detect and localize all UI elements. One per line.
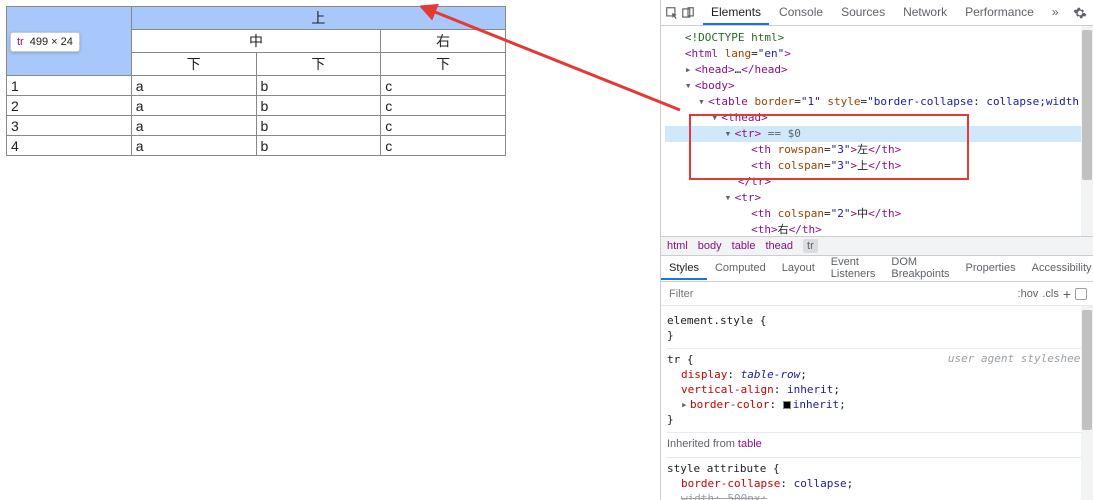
page-render-pane: 左 上 中 右 下 下 下 1abc 2abc 3abc 4abc tr 499… bbox=[0, 0, 660, 500]
styles-filter-input[interactable] bbox=[667, 287, 1012, 301]
table-row: 2abc bbox=[7, 96, 506, 116]
breadcrumb-table[interactable]: table bbox=[732, 240, 756, 252]
dom-th-mid[interactable]: <th colspan="2">中</th> bbox=[751, 207, 901, 220]
rule-element-style[interactable]: element.style { } bbox=[667, 310, 1087, 349]
subtab-accessibility[interactable]: Accessibility bbox=[1024, 258, 1093, 280]
subtab-dom-breakpoints[interactable]: DOM Breakpoints bbox=[883, 252, 957, 286]
styles-scrollbar[interactable] bbox=[1081, 306, 1093, 500]
tab-performance[interactable]: Performance bbox=[957, 1, 1042, 25]
element-dimensions-tooltip: tr 499 × 24 bbox=[10, 32, 80, 52]
rule-origin: user agent stylesheet bbox=[948, 351, 1087, 366]
th-bottom-2: 下 bbox=[256, 53, 381, 76]
table-row: 4abc bbox=[7, 136, 506, 156]
tab-console[interactable]: Console bbox=[771, 1, 831, 25]
tooltip-tag: tr bbox=[17, 36, 24, 48]
tab-sources[interactable]: Sources bbox=[833, 1, 893, 25]
th-bottom-3: 下 bbox=[381, 53, 506, 76]
rendered-table: 左 上 中 右 下 下 下 1abc 2abc 3abc 4abc bbox=[6, 6, 506, 156]
tab-more[interactable]: » bbox=[1044, 1, 1067, 25]
tab-elements[interactable]: Elements bbox=[703, 1, 769, 25]
dom-th-right[interactable]: <th>右</th> bbox=[751, 223, 822, 236]
inspect-element-icon[interactable] bbox=[665, 2, 679, 24]
breadcrumb-thead[interactable]: thead bbox=[766, 240, 794, 252]
table-body: 1abc 2abc 3abc 4abc bbox=[7, 76, 506, 156]
th-right: 右 bbox=[381, 30, 506, 53]
toggle-box-icon[interactable] bbox=[1075, 288, 1087, 300]
subtab-styles[interactable]: Styles bbox=[661, 258, 707, 280]
dom-html[interactable]: <html lang="en"> bbox=[685, 47, 791, 60]
breadcrumb-tr[interactable]: tr bbox=[803, 239, 818, 253]
breadcrumb-html[interactable]: html bbox=[667, 240, 688, 252]
dom-tr2[interactable]: <tr> bbox=[735, 191, 762, 204]
dom-thead[interactable]: <thead> bbox=[721, 111, 767, 124]
dom-head[interactable]: <head>…</head> bbox=[695, 63, 788, 76]
dom-doctype[interactable]: <!DOCTYPE html> bbox=[685, 31, 784, 44]
table-row: 3abc bbox=[7, 116, 506, 136]
new-rule-icon[interactable]: + bbox=[1063, 288, 1071, 300]
devtools-panel: Elements Console Sources Network Perform… bbox=[660, 0, 1093, 500]
rule-style-attribute[interactable]: style attribute { border-collapse: colla… bbox=[667, 458, 1087, 500]
breadcrumb-body[interactable]: body bbox=[698, 240, 722, 252]
subtab-properties[interactable]: Properties bbox=[957, 258, 1023, 280]
settings-icon[interactable] bbox=[1069, 2, 1091, 24]
subtab-event-listeners[interactable]: Event Listeners bbox=[823, 252, 884, 286]
dom-th-rowspan[interactable]: <th rowspan="3">左</th> bbox=[751, 143, 901, 156]
tab-network[interactable]: Network bbox=[895, 1, 955, 25]
cls-toggle[interactable]: .cls bbox=[1042, 288, 1059, 300]
dom-body[interactable]: <body> bbox=[695, 79, 735, 92]
rule-tr-ua[interactable]: user agent stylesheet tr { display: tabl… bbox=[667, 349, 1087, 433]
styles-pane[interactable]: element.style { } user agent stylesheet … bbox=[661, 306, 1093, 500]
th-bottom-1: 下 bbox=[131, 53, 256, 76]
dom-scrollbar[interactable] bbox=[1081, 26, 1093, 236]
dom-table[interactable]: <table border="1" style="border-collapse… bbox=[708, 95, 1093, 108]
th-top: 上 bbox=[131, 7, 505, 30]
dom-tree[interactable]: <!DOCTYPE html> <html lang="en"> ▸<head>… bbox=[661, 26, 1093, 236]
styles-subtabs: Styles Computed Layout Event Listeners D… bbox=[661, 256, 1093, 282]
dom-tr-selected[interactable]: <tr> bbox=[735, 127, 762, 140]
styles-filter-row: :hov .cls + bbox=[661, 282, 1093, 306]
tooltip-dimensions: 499 × 24 bbox=[30, 36, 73, 48]
dom-th-colspan[interactable]: <th colspan="3">上</th> bbox=[751, 159, 901, 172]
subtab-layout[interactable]: Layout bbox=[774, 258, 823, 280]
dom-tr-close[interactable]: </tr> bbox=[738, 175, 771, 188]
th-mid: 中 bbox=[131, 30, 381, 53]
dom-selected-hint: == $0 bbox=[761, 127, 801, 140]
table-row: 1abc bbox=[7, 76, 506, 96]
subtab-computed[interactable]: Computed bbox=[707, 258, 774, 280]
devtools-toolbar: Elements Console Sources Network Perform… bbox=[661, 0, 1093, 26]
inherited-from-label: Inherited from table bbox=[667, 433, 1087, 458]
device-toggle-icon[interactable] bbox=[681, 2, 695, 24]
hov-toggle[interactable]: :hov bbox=[1018, 288, 1039, 300]
table-header-row-1: 左 上 bbox=[7, 7, 506, 30]
color-swatch-icon[interactable] bbox=[783, 401, 791, 409]
